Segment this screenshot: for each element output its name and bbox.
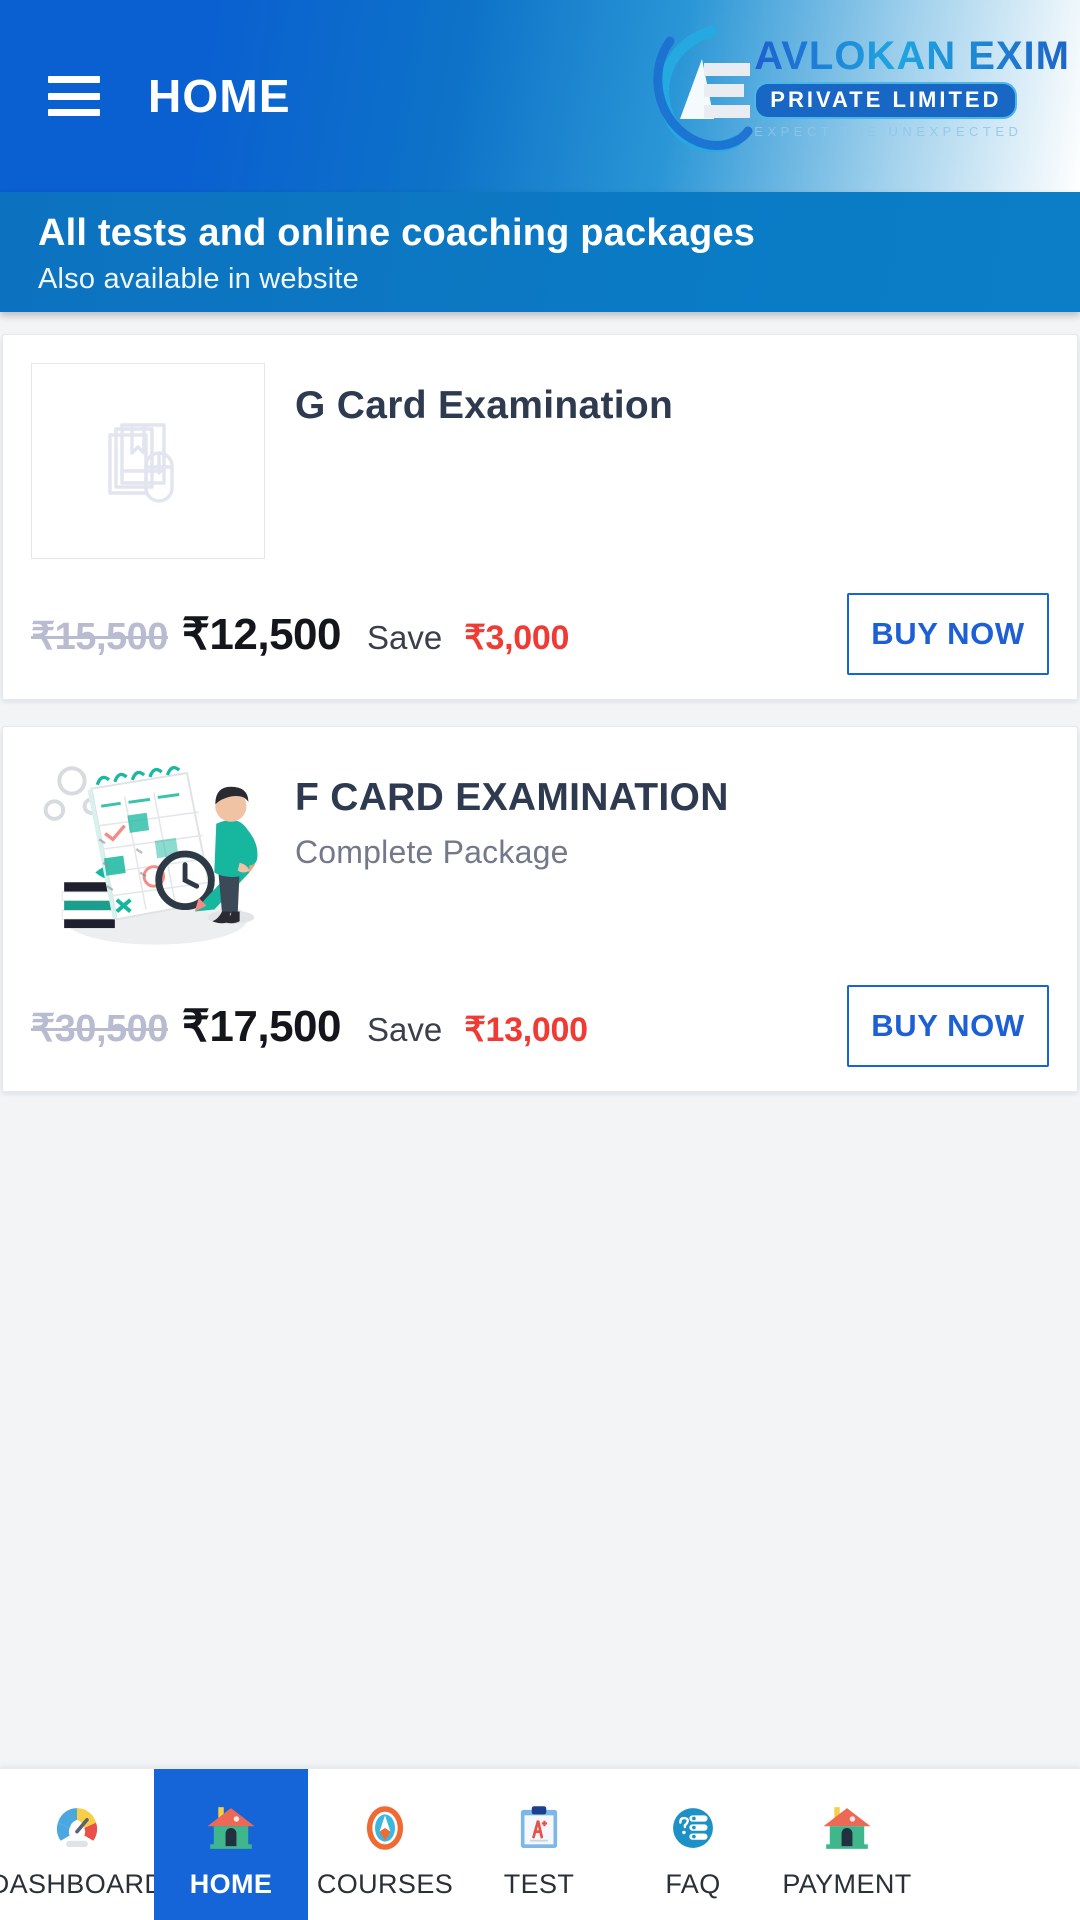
nav-item-home[interactable]: HOME <box>154 1769 308 1920</box>
compass-icon <box>356 1799 414 1857</box>
save-amount: ₹13,000 <box>464 1010 588 1049</box>
nav-label: DASHBOARD <box>0 1869 165 1899</box>
logo-tagline: EXPECT THE UNEXPECTED <box>754 123 1023 139</box>
package-card-text: G Card Examination <box>265 363 1049 442</box>
current-price: ₹17,500 <box>181 1001 342 1051</box>
package-card-text: F CARD EXAMINATION Complete Package <box>265 755 1049 871</box>
house-icon <box>818 1799 876 1857</box>
question-list-icon <box>664 1799 722 1857</box>
save-label: Save <box>366 1010 443 1048</box>
bottom-navigation-bar: DASHBOARD HOME COURSES TEST FAQ PAYMENT <box>0 1768 1080 1920</box>
hamburger-bar <box>48 92 100 100</box>
hamburger-bar <box>48 76 100 83</box>
package-title: F CARD EXAMINATION <box>295 776 729 819</box>
save-amount: ₹3,000 <box>464 618 570 657</box>
package-title: G Card Examination <box>295 384 674 427</box>
logo-company-type: PRIVATE LIMITED <box>754 81 1018 119</box>
package-card-header: F CARD EXAMINATION Complete Package <box>31 755 1049 951</box>
buy-now-button[interactable]: BUY NOW <box>847 985 1049 1067</box>
hamburger-menu-icon[interactable] <box>48 76 100 116</box>
nav-item-dashboard[interactable]: DASHBOARD <box>0 1769 164 1920</box>
promo-banner: All tests and online coaching packages A… <box>0 192 1080 312</box>
clipboard-grade-icon <box>510 1799 568 1857</box>
price-row: ₹30,500 ₹17,500 Save ₹13,000 <box>31 1001 588 1052</box>
app-bar: HOME AVLOKAN EXIM PRIVATE LIMITED EXPECT… <box>0 0 1080 192</box>
nav-label: PAYMENT <box>782 1869 912 1899</box>
package-list: G Card Examination ₹15,500 ₹12,500 Save … <box>0 312 1080 1920</box>
nav-item-test[interactable]: TEST <box>462 1769 616 1920</box>
package-card[interactable]: G Card Examination ₹15,500 ₹12,500 Save … <box>2 334 1078 700</box>
package-subtitle: Complete Package <box>295 833 569 870</box>
original-price: ₹30,500 <box>31 1007 168 1050</box>
package-card-footer: ₹15,500 ₹12,500 Save ₹3,000 BUY NOW <box>31 593 1049 675</box>
logo-text-block: AVLOKAN EXIM PRIVATE LIMITED EXPECT THE … <box>754 34 1070 139</box>
nav-item-payment[interactable]: PAYMENT <box>770 1769 924 1920</box>
package-card-header: G Card Examination <box>31 363 1049 559</box>
banner-subtitle: Also available in website <box>38 262 359 295</box>
nav-item-courses[interactable]: COURSES <box>308 1769 462 1920</box>
ae-monogram-icon <box>640 23 760 153</box>
app-screen: HOME AVLOKAN EXIM PRIVATE LIMITED EXPECT… <box>0 0 1080 1920</box>
hamburger-bar <box>48 109 100 116</box>
nav-label: COURSES <box>316 1869 454 1899</box>
calendar-planner-illustration <box>31 755 265 951</box>
banner-title: All tests and online coaching packages <box>38 212 756 254</box>
nav-item-faq[interactable]: FAQ <box>616 1769 770 1920</box>
package-card-footer: ₹30,500 ₹17,500 Save ₹13,000 BUY NOW <box>31 985 1049 1067</box>
package-card[interactable]: F CARD EXAMINATION Complete Package ₹30,… <box>2 726 1078 1092</box>
current-price: ₹12,500 <box>181 609 342 659</box>
house-icon <box>202 1799 260 1857</box>
price-row: ₹15,500 ₹12,500 Save ₹3,000 <box>31 609 569 660</box>
save-label: Save <box>366 618 443 656</box>
logo-company-name: AVLOKAN EXIM <box>754 34 1070 79</box>
original-price: ₹15,500 <box>31 615 168 658</box>
page-title: HOME <box>148 70 291 122</box>
nav-label: HOME <box>189 1869 273 1899</box>
company-logo: AVLOKAN EXIM PRIVATE LIMITED EXPECT THE … <box>650 18 1070 158</box>
gauge-icon <box>48 1799 106 1857</box>
nav-label: TEST <box>503 1869 575 1899</box>
nav-label: FAQ <box>665 1869 721 1899</box>
book-and-mouse-placeholder-icon <box>31 363 265 559</box>
buy-now-button[interactable]: BUY NOW <box>847 593 1049 675</box>
